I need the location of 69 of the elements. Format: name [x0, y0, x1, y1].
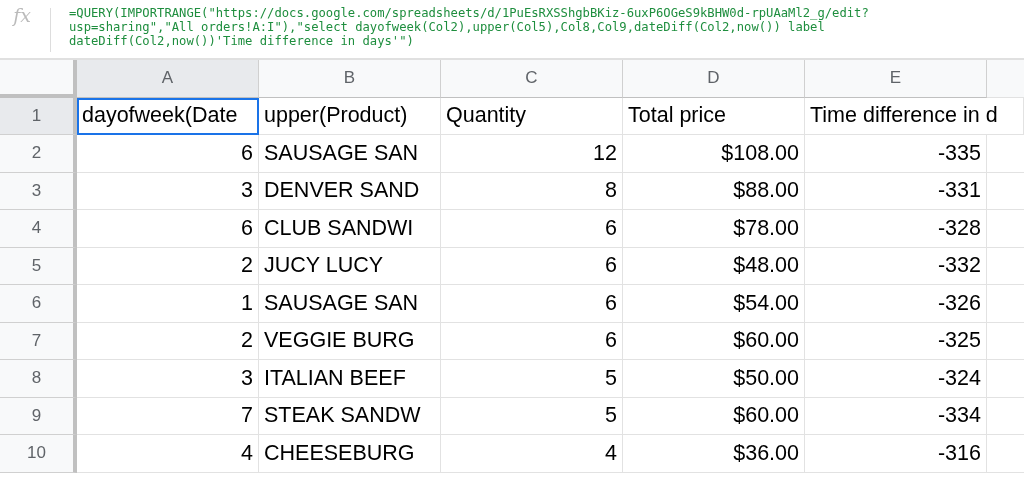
table-cell[interactable]: Time difference in d: [805, 97, 1024, 135]
table-cell[interactable]: -334: [805, 397, 987, 435]
row-header[interactable]: 1: [0, 97, 77, 135]
table-cell[interactable]: $60.00: [623, 322, 805, 360]
table-cell[interactable]: $54.00: [623, 285, 805, 323]
table-cell[interactable]: -332: [805, 247, 987, 285]
table-cell[interactable]: JUCY LUCY: [259, 247, 441, 285]
table-cell[interactable]: 7: [77, 397, 259, 435]
column-header[interactable]: D: [623, 60, 805, 98]
row-header[interactable]: 5: [0, 247, 77, 285]
table-cell[interactable]: -331: [805, 172, 987, 210]
table-cell[interactable]: ITALIAN BEEF: [259, 360, 441, 398]
formula-input[interactable]: =QUERY(IMPORTRANGE("https://docs.google.com/spreadsheets/d/1PuEsRXSShgbBKiz-6uxP6OGeS9kBHW0d-rpUAaMl2_g/edit? usp=sharing","All orders!A:I"),"select dayofweek(Col2),upper(Col5),Col8,Col9,dateDiff(Col2,now()) label dateDiff(Col2,now())'Time difference in days'"): [69, 0, 869, 48]
table-cell[interactable]: 6: [77, 210, 259, 248]
table-cell[interactable]: 6: [441, 285, 623, 323]
table-cell[interactable]: 6: [77, 135, 259, 173]
table-cell[interactable]: $48.00: [623, 247, 805, 285]
column-header[interactable]: C: [441, 60, 623, 98]
formula-icon: fx: [0, 4, 44, 26]
table-cell[interactable]: $60.00: [623, 397, 805, 435]
table-cell[interactable]: Quantity: [441, 97, 623, 135]
table-cell[interactable]: 2: [77, 247, 259, 285]
table-cell[interactable]: 6: [441, 247, 623, 285]
row-header[interactable]: 6: [0, 285, 77, 323]
table-cell[interactable]: CLUB SANDWI: [259, 210, 441, 248]
column-header[interactable]: [987, 60, 1024, 98]
table-cell[interactable]: STEAK SANDW: [259, 397, 441, 435]
selected-cell[interactable]: dayofweek(Date: [77, 97, 259, 135]
table-cell[interactable]: 4: [441, 435, 623, 473]
table-cell[interactable]: $108.00: [623, 135, 805, 173]
table-cell[interactable]: 3: [77, 172, 259, 210]
select-all-corner[interactable]: [0, 60, 77, 98]
table-cell[interactable]: 12: [441, 135, 623, 173]
row-header[interactable]: 8: [0, 360, 77, 398]
row-header[interactable]: 2: [0, 135, 77, 173]
table-cell[interactable]: $50.00: [623, 360, 805, 398]
table-cell[interactable]: 3: [77, 360, 259, 398]
table-cell[interactable]: Total price: [623, 97, 805, 135]
table-cell[interactable]: 1: [77, 285, 259, 323]
table-cell[interactable]: upper(Product): [259, 97, 441, 135]
table-cell[interactable]: $78.00: [623, 210, 805, 248]
row-header[interactable]: 3: [0, 172, 77, 210]
row-header[interactable]: 7: [0, 322, 77, 360]
table-cell[interactable]: -324: [805, 360, 987, 398]
table-cell[interactable]: 5: [441, 397, 623, 435]
table-cell[interactable]: 5: [441, 360, 623, 398]
table-cell[interactable]: 4: [77, 435, 259, 473]
table-cell[interactable]: $36.00: [623, 435, 805, 473]
row-header[interactable]: 4: [0, 210, 77, 248]
table-cell[interactable]: -316: [805, 435, 987, 473]
table-cell[interactable]: CHEESEBURG: [259, 435, 441, 473]
row-header[interactable]: 9: [0, 397, 77, 435]
column-header[interactable]: B: [259, 60, 441, 98]
table-cell[interactable]: VEGGIE BURG: [259, 322, 441, 360]
table-cell[interactable]: -326: [805, 285, 987, 323]
table-cell[interactable]: 6: [441, 210, 623, 248]
table-cell[interactable]: 8: [441, 172, 623, 210]
row-header[interactable]: 10: [0, 435, 77, 473]
table-cell[interactable]: -335: [805, 135, 987, 173]
table-cell[interactable]: -325: [805, 322, 987, 360]
table-cell[interactable]: $88.00: [623, 172, 805, 210]
table-cell[interactable]: DENVER SAND: [259, 172, 441, 210]
column-header[interactable]: A: [77, 60, 259, 98]
table-cell[interactable]: SAUSAGE SAN: [259, 285, 441, 323]
table-cell[interactable]: SAUSAGE SAN: [259, 135, 441, 173]
column-header[interactable]: E: [805, 60, 987, 98]
table-cell[interactable]: -328: [805, 210, 987, 248]
table-cell[interactable]: 2: [77, 322, 259, 360]
table-cell[interactable]: 6: [441, 322, 623, 360]
